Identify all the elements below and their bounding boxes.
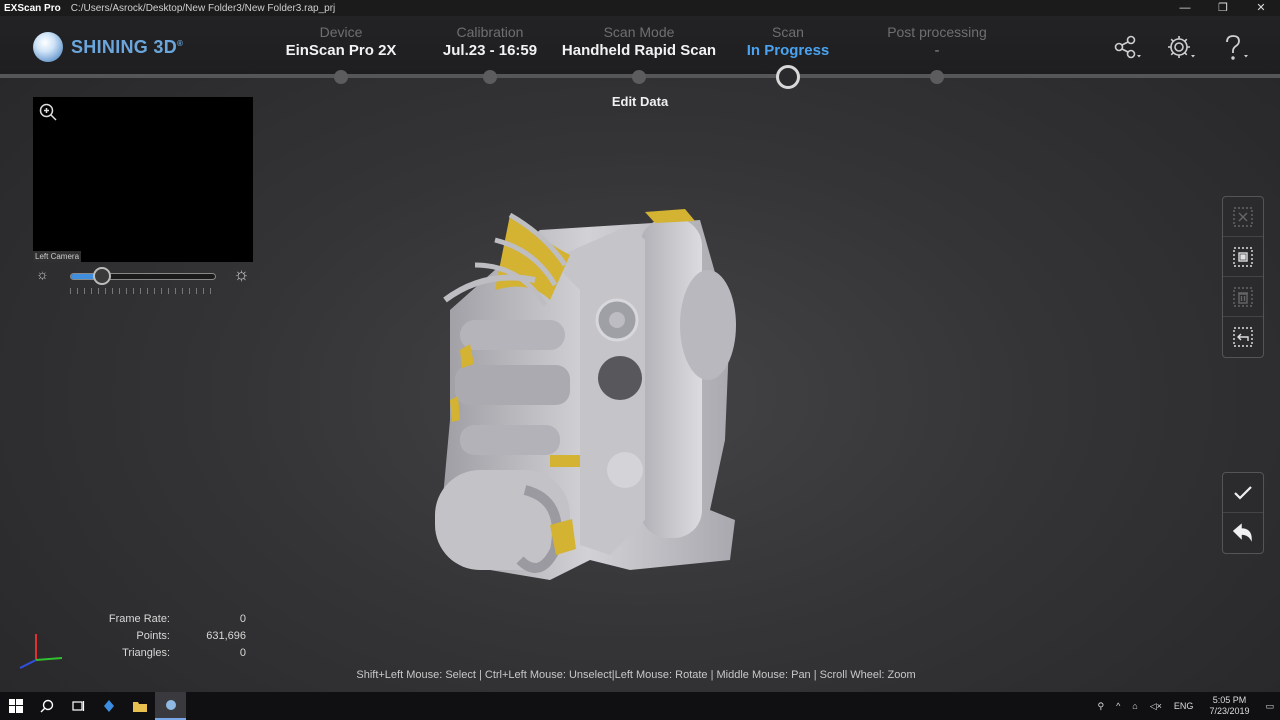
minimize-button[interactable]: —: [1166, 0, 1204, 16]
header-actions: [1112, 34, 1250, 62]
confirm-icon[interactable]: [1223, 473, 1263, 513]
stat-points: Points: 631,696: [90, 627, 246, 644]
left-camera-preview: Left Camera: [33, 97, 253, 262]
mouse-hint: Shift+Left Mouse: Select | Ctrl+Left Mou…: [356, 669, 916, 681]
volume-icon[interactable]: ◁×: [1150, 701, 1162, 712]
stat-key: Triangles:: [122, 646, 170, 659]
wizard-steps: Device EinScan Pro 2X Calibration Jul.23…: [0, 16, 1280, 89]
brightness-track[interactable]: [70, 273, 216, 280]
undo-icon[interactable]: [1223, 513, 1263, 553]
help-icon[interactable]: [1220, 34, 1250, 62]
axis-gizmo-icon: [16, 628, 66, 670]
step-value: -: [934, 42, 940, 59]
project-path: C:/Users/Asrock/Desktop/New Folder3/New …: [70, 2, 336, 14]
window-titlebar: EXScan Pro C:/Users/Asrock/Desktop/New F…: [0, 0, 1280, 16]
window-controls: — ❐ ✕: [1166, 0, 1280, 16]
app-name: EXScan Pro: [4, 2, 61, 14]
search-icon[interactable]: [31, 692, 62, 720]
exscan-taskbar-icon[interactable]: [155, 692, 186, 720]
step-label: Post processing: [887, 24, 987, 40]
step-dot-calibration[interactable]: [483, 70, 497, 84]
app-header: SHINING 3D® Device EinScan Pro 2X Calibr…: [0, 16, 1280, 89]
share-icon[interactable]: [1112, 34, 1142, 62]
scan-stats: Frame Rate: 0 Points: 631,696 Triangles:…: [90, 610, 246, 661]
camera-label: Left Camera: [33, 251, 82, 262]
clock-time: 5:05 PM: [1212, 695, 1247, 705]
step-dot-scan-current[interactable]: [776, 65, 800, 89]
system-tray: ⚲ ^ ⌂ ◁× ENG 5:05 PM 7/23/2019 ▭: [1091, 692, 1280, 720]
step-dot-scan-mode[interactable]: [632, 70, 646, 84]
brightness-low-icon: ☼: [36, 266, 49, 282]
deselect-icon[interactable]: [1223, 197, 1263, 237]
app-launcher-icon[interactable]: [93, 692, 124, 720]
step-post-processing[interactable]: Post processing -: [847, 24, 1027, 59]
windows-start-icon[interactable]: [0, 692, 31, 720]
brightness-ticks: [70, 288, 216, 294]
clock[interactable]: 5:05 PM 7/23/2019: [1209, 695, 1249, 717]
close-button[interactable]: ✕: [1242, 0, 1280, 16]
clock-date: 7/23/2019: [1209, 706, 1250, 716]
zoom-in-icon[interactable]: [38, 102, 58, 122]
step-dot-device[interactable]: [334, 70, 348, 84]
step-dot-post-processing[interactable]: [930, 70, 944, 84]
notifications-icon[interactable]: ▭: [1265, 701, 1274, 712]
maximize-button[interactable]: ❐: [1204, 0, 1242, 16]
stat-value: 0: [239, 612, 246, 625]
settings-icon[interactable]: [1166, 34, 1196, 62]
brightness-thumb[interactable]: [93, 267, 112, 285]
file-explorer-icon[interactable]: [124, 692, 155, 720]
stat-key: Frame Rate:: [108, 612, 170, 625]
language-indicator[interactable]: ENG: [1174, 701, 1194, 711]
stat-triangles: Triangles: 0: [90, 644, 246, 661]
people-icon[interactable]: ⚲: [1097, 701, 1104, 712]
stat-value: 631,696: [206, 629, 246, 642]
brightness-high-icon: ☼: [233, 264, 250, 284]
select-through-icon[interactable]: [1223, 237, 1263, 277]
brightness-slider[interactable]: ☼ ☼: [33, 264, 255, 296]
network-icon[interactable]: ⌂: [1132, 701, 1137, 711]
stat-key: Points:: [136, 629, 170, 642]
task-view-icon[interactable]: [62, 692, 93, 720]
invert-selection-icon[interactable]: [1223, 317, 1263, 357]
tray-chevron-icon[interactable]: ^: [1116, 701, 1120, 711]
windows-taskbar: ⚲ ^ ⌂ ◁× ENG 5:05 PM 7/23/2019 ▭: [0, 692, 1280, 720]
action-toolbar: [1222, 472, 1264, 554]
scan-model-viewport[interactable]: [430, 200, 750, 590]
delete-selection-icon[interactable]: [1223, 277, 1263, 317]
stat-value: 0: [239, 646, 246, 659]
edit-toolbar: [1222, 196, 1264, 358]
stat-frame-rate: Frame Rate: 0: [90, 610, 246, 627]
